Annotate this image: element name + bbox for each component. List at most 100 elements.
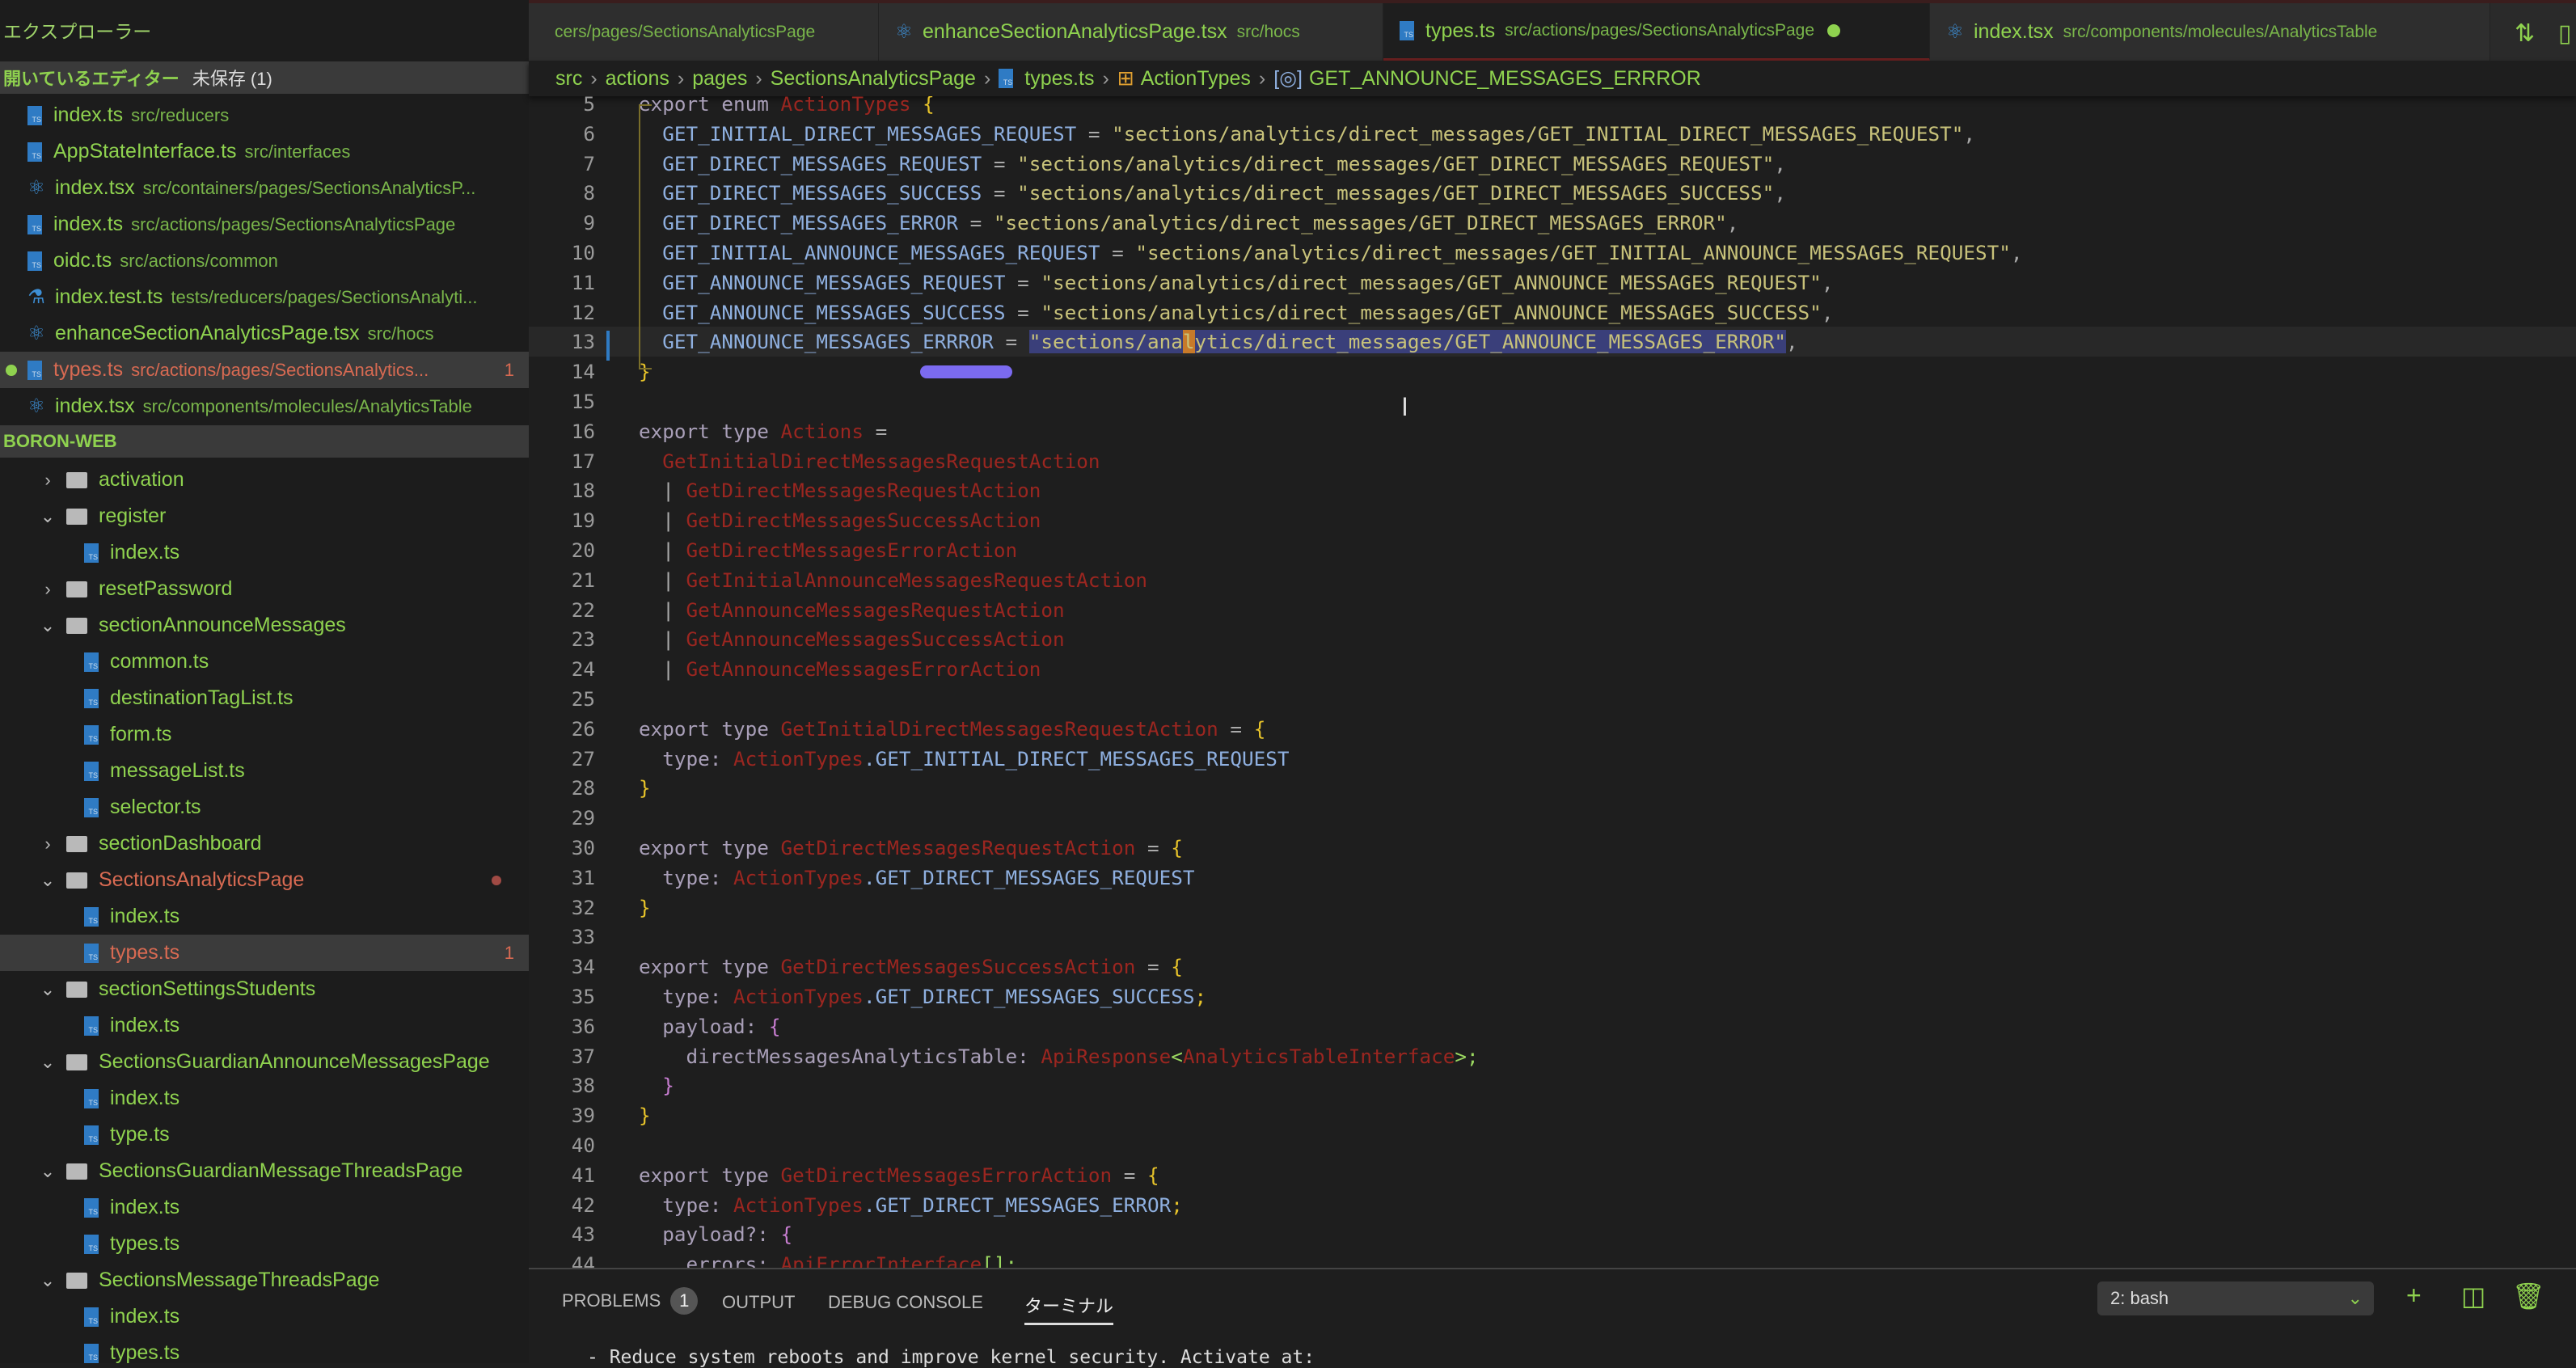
tree-folder[interactable]: ⌄ SectionsAnalyticsPage (0, 862, 529, 898)
tree-folder[interactable]: ⌄ SectionsGuardianMessageThreadsPage (0, 1153, 529, 1189)
tree-file[interactable]: TS messageList.ts (0, 753, 529, 789)
tree-file[interactable]: TS types.ts 1 (0, 935, 529, 971)
typescript-file-icon: TS (84, 652, 99, 672)
code-line: 44 errors: ApiErrorInterface[]; (529, 1249, 2576, 1268)
line-content: directMessagesAnalyticsTable: ApiRespons… (639, 1041, 1479, 1071)
typescript-file-icon: TS (84, 1307, 99, 1327)
tree-file[interactable]: TS form.ts (0, 716, 529, 753)
open-editor-item[interactable]: TS AppStateInterface.ts src/interfaces (0, 133, 529, 170)
chevron-down-icon[interactable]: ⌄ (39, 870, 57, 891)
trash-icon[interactable]: 🗑 (2512, 1281, 2545, 1311)
tree-file[interactable]: TS types.ts (0, 1335, 529, 1363)
code-line: 33 (529, 922, 2576, 952)
open-editors-header[interactable]: 開いているエディター 未保存 (1) (0, 61, 529, 94)
chevron-down-icon[interactable]: ⌄ (39, 615, 57, 636)
split-editor-icon[interactable]: ▯ (2558, 19, 2572, 48)
tree-file[interactable]: TS index.ts (0, 1080, 529, 1117)
open-editor-item[interactable]: ⚛ index.tsx src/containers/pages/SectionsA… (0, 170, 529, 206)
code-line: 8 GET_DIRECT_MESSAGES_SUCCESS = "section… (529, 178, 2576, 208)
breadcrumb-item[interactable]: pages (692, 67, 747, 91)
terminal-select[interactable]: 2: bash ⌄ (2097, 1281, 2374, 1315)
open-editor-item[interactable]: ⚗ index.test.ts tests/reducers/pages/Secti… (0, 279, 529, 315)
tree-file[interactable]: TS index.ts (0, 1298, 529, 1335)
tab-debug-console[interactable]: DEBUG CONSOLE (828, 1292, 983, 1313)
tree-file[interactable]: TS index.ts (0, 534, 529, 571)
breadcrumb-item[interactable]: SectionsAnalyticsPage (771, 67, 976, 91)
line-content: GET_DIRECT_MESSAGES_ERROR = "sections/an… (639, 208, 1738, 238)
tree-file[interactable]: TS type.ts (0, 1117, 529, 1153)
open-editor-item[interactable]: TS types.ts src/actions/pages/SectionsAnal… (0, 352, 529, 388)
code-token: "sections/ana (1028, 330, 1183, 354)
chevron-right-icon[interactable]: › (39, 834, 57, 855)
breadcrumb-item[interactable]: ActionTypes (1141, 67, 1251, 91)
line-number: 25 (571, 687, 595, 711)
new-terminal-icon[interactable]: + (2406, 1281, 2422, 1311)
chevron-down-icon[interactable]: ⌄ (39, 506, 57, 527)
tree-file[interactable]: TS index.ts (0, 1189, 529, 1226)
code-token: ApiResponse (1041, 1044, 1172, 1068)
file-name: AppStateInterface.ts (53, 140, 237, 163)
code-token: ActionTypes (733, 865, 864, 889)
tree-file[interactable]: TS index.ts (0, 898, 529, 935)
code-token: = (1112, 1163, 1148, 1187)
tree-file[interactable]: TS common.ts (0, 644, 529, 680)
open-editor-item[interactable]: ⚛ enhanceSectionAnalyticsPage.tsx src/hocs (0, 315, 529, 352)
tree-folder[interactable]: › resetPassword (0, 571, 529, 607)
tree-folder[interactable]: ⌄ register (0, 498, 529, 534)
code-line: 23 | GetAnnounceMessagesSuccessAction (529, 624, 2576, 654)
unsaved-dot-icon[interactable] (1827, 24, 1841, 37)
tab-terminal[interactable]: ターミナル (1024, 1292, 1114, 1325)
split-terminal-icon[interactable]: ◫ (2461, 1281, 2485, 1311)
chevron-down-icon[interactable]: ⌄ (39, 1052, 57, 1073)
code-line: 19 | GetDirectMessagesSuccessAction (529, 505, 2576, 535)
folder-icon (66, 1272, 87, 1289)
open-editor-item[interactable]: ⚛ index.tsx src/components/molecules/Analy… (0, 388, 529, 424)
tree-file[interactable]: TS index.ts (0, 1007, 529, 1044)
open-editor-item[interactable]: TS index.ts src/actions/pages/SectionsAnal… (0, 206, 529, 243)
tree-folder[interactable]: ⌄ sectionSettingsStudents (0, 971, 529, 1007)
tree-folder[interactable]: › sectionDashboard (0, 825, 529, 862)
code-token: "sections/analytics/direct_messages/GET_… (1041, 300, 1822, 324)
breadcrumb-item[interactable]: actions (606, 67, 669, 91)
code-editor[interactable]: 5 export enum ActionTypes {6 GET_INITIAL_… (529, 96, 2576, 1268)
breadcrumb-item[interactable]: types.ts (1024, 67, 1094, 91)
code-token: = (1100, 241, 1136, 264)
open-editor-item[interactable]: TS oidc.ts src/actions/common (0, 243, 529, 279)
tab-types-ts[interactable]: TS types.ts src/actions/pages/SectionsAn… (1383, 3, 1930, 61)
tree-file[interactable]: TS destinationTagList.ts (0, 680, 529, 716)
tab-enhance-section-analytics-page[interactable]: ⚛ enhanceSectionAnalyticsPage.tsx src/ho… (879, 3, 1383, 61)
breadcrumb-item[interactable]: GET_ANNOUNCE_MESSAGES_ERRROR (1309, 67, 1701, 91)
compare-changes-icon[interactable]: ⇅ (2515, 19, 2535, 48)
line-number: 37 (571, 1044, 595, 1068)
chevron-down-icon[interactable]: ⌄ (39, 1270, 57, 1291)
code-token: } (639, 776, 651, 800)
code-token: } (639, 895, 651, 919)
tree-folder[interactable]: › activation (0, 462, 529, 498)
file-name: index.tsx (55, 176, 135, 199)
tree-folder[interactable]: ⌄ sectionAnnounceMessages (0, 607, 529, 644)
breadcrumb-item[interactable]: src (555, 67, 582, 91)
tree-file[interactable]: TS selector.ts (0, 789, 529, 825)
file-name: enhanceSectionAnalyticsPage.tsx (55, 322, 360, 344)
tab-problems[interactable]: PROBLEMS 1 (562, 1287, 699, 1315)
project-header[interactable]: BORON-WEB (0, 425, 529, 458)
tree-folder[interactable]: ⌄ SectionsMessageThreadsPage (0, 1262, 529, 1298)
tab-index-tsx[interactable]: ⚛ index.tsx src/components/molecules/Ana… (1930, 3, 2490, 61)
tree-folder[interactable]: ⌄ SectionsGuardianAnnounceMessagesPage (0, 1044, 529, 1080)
tab-output[interactable]: OUTPUT (722, 1292, 795, 1313)
chevron-down-icon[interactable]: ⌄ (39, 1161, 57, 1182)
line-content: type: ActionTypes.GET_DIRECT_MESSAGES_ER… (639, 1190, 1183, 1220)
code-token: } (639, 1104, 651, 1128)
code-token: GET_DIRECT_MESSAGES_REQUEST (639, 151, 982, 175)
react-icon: ⚛ (1946, 21, 1964, 43)
chevron-right-icon[interactable]: › (39, 579, 57, 600)
code-token: ActionTypes (733, 1193, 864, 1217)
chevron-right-icon[interactable]: › (39, 470, 57, 491)
open-editor-item[interactable]: TS index.ts src/reducers (0, 97, 529, 133)
tab-sections-analytics-page[interactable]: cers/pages/SectionsAnalyticsPage (529, 3, 879, 61)
chevron-down-icon[interactable]: ⌄ (39, 979, 57, 1000)
tree-file[interactable]: TS types.ts (0, 1226, 529, 1262)
unsaved-dot-icon (6, 364, 17, 376)
file-path: src/components/molecules/AnalyticsTable (142, 395, 472, 416)
line-number: 32 (571, 895, 595, 919)
